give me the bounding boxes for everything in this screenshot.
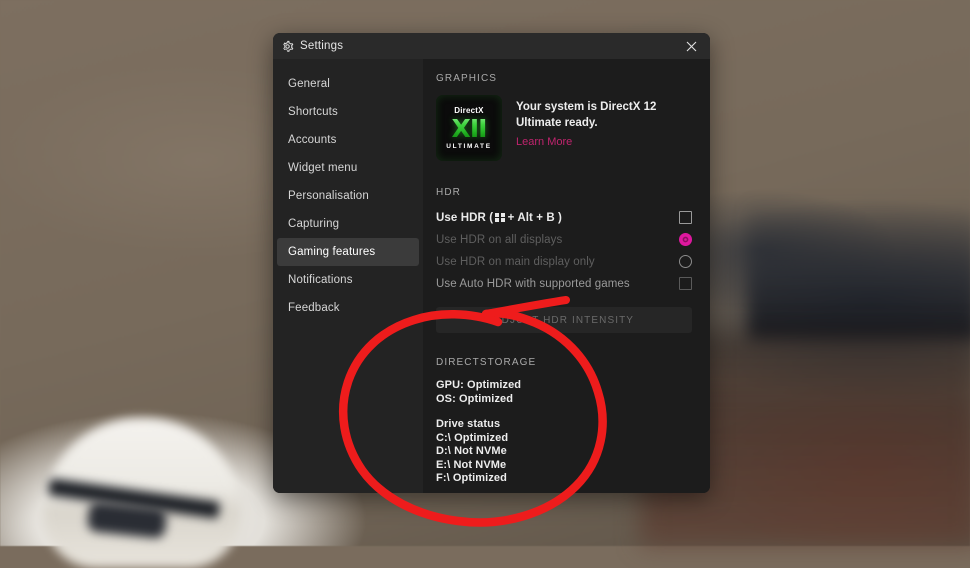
use-hdr-label-suffix: + Alt + B ) bbox=[507, 211, 562, 224]
sidebar-item-label: General bbox=[288, 78, 330, 90]
sidebar-item-label: Gaming features bbox=[288, 246, 376, 258]
background-figure-right bbox=[748, 200, 970, 340]
window-body: General Shortcuts Accounts Widget menu P… bbox=[273, 59, 710, 493]
use-hdr-all-displays-label: Use HDR on all displays bbox=[436, 233, 563, 246]
drive-status-f: F:\ Optimized bbox=[436, 472, 507, 484]
close-icon bbox=[686, 41, 696, 51]
graphics-heading: GRAPHICS bbox=[436, 73, 498, 84]
settings-window: Settings General Shortcuts Accounts Widg… bbox=[273, 33, 710, 493]
close-button[interactable] bbox=[674, 33, 708, 59]
directx-text-group: Your system is DirectX 12 Ultimate ready… bbox=[516, 95, 691, 150]
use-hdr-checkbox[interactable] bbox=[679, 211, 692, 224]
directx-ultimate-badge: DirectX XII ULTIMATE bbox=[436, 95, 502, 161]
sidebar-item-label: Capturing bbox=[288, 218, 340, 230]
use-hdr-main-display-label: Use HDR on main display only bbox=[436, 255, 595, 268]
learn-more-link[interactable]: Learn More bbox=[516, 136, 572, 148]
hdr-heading: HDR bbox=[436, 187, 461, 198]
window-title: Settings bbox=[300, 40, 344, 52]
sidebar-item-personalisation[interactable]: Personalisation bbox=[277, 182, 419, 210]
sidebar-item-label: Notifications bbox=[288, 274, 353, 286]
directx-status-message: Your system is DirectX 12 Ultimate ready… bbox=[516, 101, 657, 129]
drive-status-e: E:\ Not NVMe bbox=[436, 458, 507, 471]
settings-content: GRAPHICS DirectX XII ULTIMATE Your syste… bbox=[423, 59, 710, 493]
use-auto-hdr-label: Use Auto HDR with supported games bbox=[436, 277, 630, 290]
sidebar-item-general[interactable]: General bbox=[277, 70, 419, 98]
sidebar-item-notifications[interactable]: Notifications bbox=[277, 266, 419, 294]
use-hdr-label-prefix: Use HDR ( bbox=[436, 211, 494, 224]
use-hdr-all-displays-radio[interactable] bbox=[679, 233, 692, 246]
sidebar-item-label: Shortcuts bbox=[288, 106, 338, 118]
sidebar-item-gaming-features[interactable]: Gaming features bbox=[277, 238, 419, 266]
windows-key-icon bbox=[495, 212, 505, 223]
use-auto-hdr-checkbox[interactable] bbox=[679, 277, 692, 290]
sidebar-item-label: Feedback bbox=[288, 302, 340, 314]
directstorage-os-status: OS: Optimized bbox=[436, 392, 514, 405]
directx-badge-tier-label: ULTIMATE bbox=[446, 143, 492, 150]
sidebar-item-accounts[interactable]: Accounts bbox=[277, 126, 419, 154]
sidebar-item-label: Accounts bbox=[288, 134, 337, 146]
use-hdr-main-display-row[interactable]: Use HDR on main display only bbox=[436, 251, 692, 272]
use-hdr-all-displays-row[interactable]: Use HDR on all displays bbox=[436, 229, 692, 250]
sidebar-nav: General Shortcuts Accounts Widget menu P… bbox=[273, 59, 423, 493]
drive-status-d: D:\ Not NVMe bbox=[436, 445, 507, 457]
sidebar-item-label: Widget menu bbox=[288, 162, 358, 174]
use-hdr-main-display-radio[interactable] bbox=[679, 255, 692, 268]
use-hdr-row[interactable]: Use HDR ( + Alt + B ) bbox=[436, 207, 692, 228]
title-bar: Settings bbox=[273, 33, 710, 59]
directstorage-heading: DIRECTSTORAGE bbox=[436, 357, 537, 368]
sidebar-item-feedback[interactable]: Feedback bbox=[277, 294, 419, 322]
sidebar-item-widget-menu[interactable]: Widget menu bbox=[277, 154, 419, 182]
directstorage-gpu-status: GPU: Optimized bbox=[436, 379, 522, 391]
drive-status-label: Drive status bbox=[436, 418, 501, 430]
use-auto-hdr-row[interactable]: Use Auto HDR with supported games bbox=[436, 273, 692, 294]
sidebar-item-label: Personalisation bbox=[288, 190, 369, 202]
adjust-hdr-intensity-button[interactable]: ADJUST HDR INTENSITY bbox=[436, 307, 692, 333]
use-hdr-label: Use HDR ( + Alt + B ) bbox=[436, 212, 562, 224]
sidebar-item-capturing[interactable]: Capturing bbox=[277, 210, 419, 238]
drive-status-c: C:\ Optimized bbox=[436, 431, 509, 444]
sidebar-item-shortcuts[interactable]: Shortcuts bbox=[277, 98, 419, 126]
drive-status-group: Drive status C:\ Optimized D:\ Not NVMe … bbox=[436, 418, 692, 486]
directx-badge-version: XII bbox=[451, 114, 488, 143]
gear-icon bbox=[283, 40, 294, 52]
directx-block: DirectX XII ULTIMATE Your system is Dire… bbox=[436, 95, 692, 161]
